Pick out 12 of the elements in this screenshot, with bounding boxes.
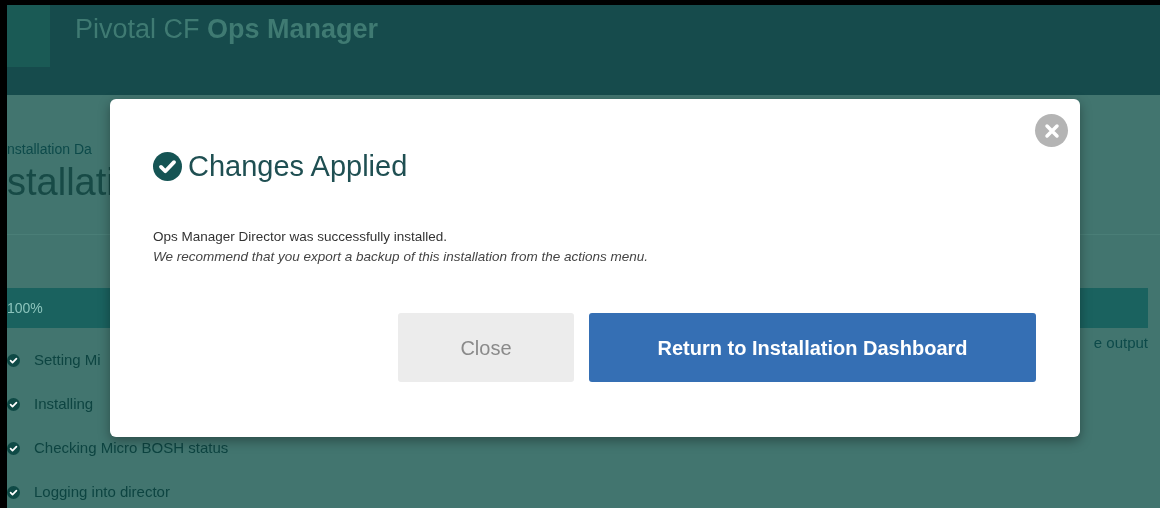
close-icon[interactable] [1035, 114, 1068, 147]
progress-label: 100% [7, 299, 43, 318]
check-icon [7, 441, 20, 455]
check-icon [7, 397, 20, 411]
logo-tile [7, 5, 50, 67]
check-icon [7, 353, 20, 367]
dialog-title: Changes Applied [188, 149, 408, 184]
check-icon [153, 152, 182, 182]
check-icon [7, 485, 20, 499]
dialog-message: Ops Manager Director was successfully installed. [153, 227, 449, 246]
dashboard-button[interactable]: Return to Installation Dashboard [589, 313, 1036, 382]
dialog-note: We recommend that you export a backup of this installation from the actions menu. [153, 247, 649, 266]
